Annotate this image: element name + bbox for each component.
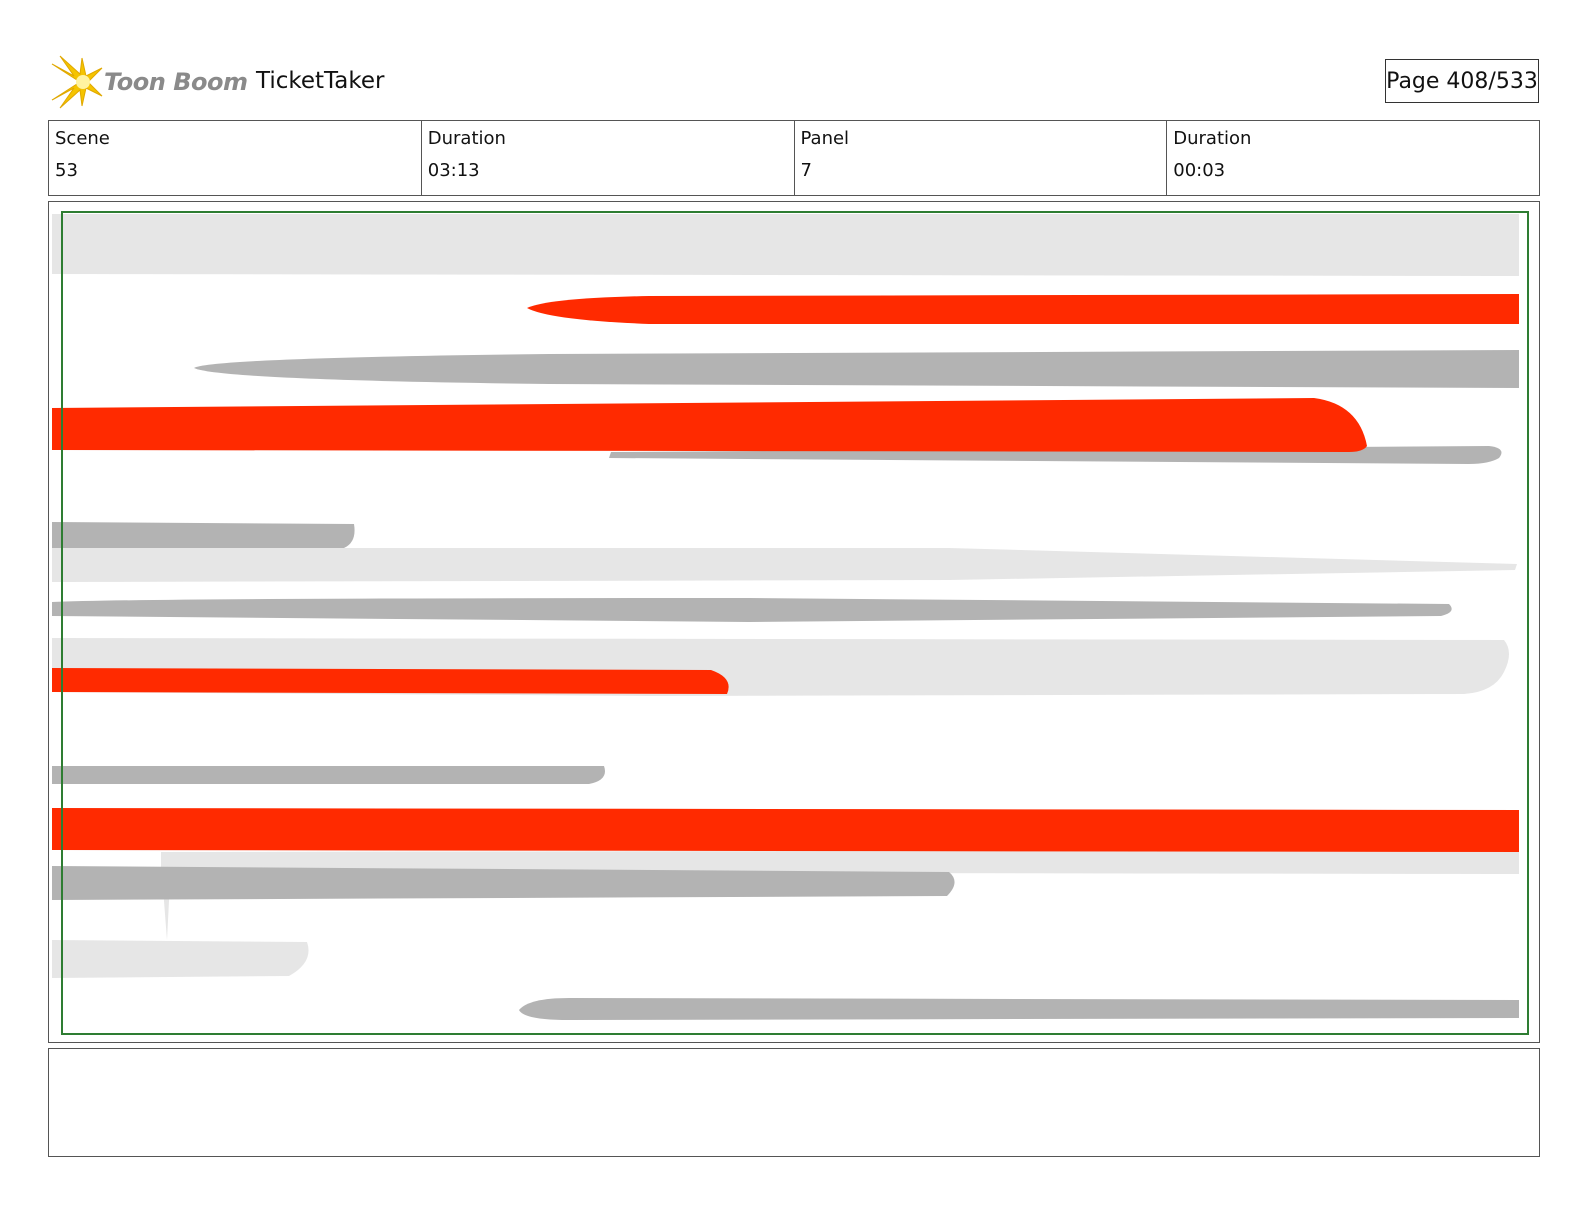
panel-cell: Panel 7	[795, 121, 1168, 195]
logo-text: Toon Boom	[104, 68, 248, 96]
panel-value: 7	[800, 160, 812, 181]
scene-label: Scene	[55, 128, 110, 149]
panel-notes-box	[48, 1048, 1540, 1157]
panel-label: Panel	[800, 128, 850, 149]
scene-duration-value: 03:13	[427, 160, 480, 181]
sunburst-icon	[51, 55, 103, 109]
scene-duration-cell: Duration 03:13	[422, 121, 795, 195]
safe-area-frame	[61, 211, 1529, 1035]
project-title: TicketTaker	[256, 68, 385, 94]
page-number: Page 408/533	[1385, 59, 1539, 103]
scene-cell: Scene 53	[49, 121, 422, 195]
scene-value: 53	[55, 160, 78, 181]
panel-duration-label: Duration	[1173, 128, 1252, 149]
panel-duration-cell: Duration 00:03	[1167, 121, 1539, 195]
panel-info-table: Scene 53 Duration 03:13 Panel 7 Duration…	[48, 120, 1540, 196]
panel-duration-value: 00:03	[1173, 160, 1226, 181]
storyboard-panel	[48, 201, 1540, 1043]
scene-duration-label: Duration	[427, 128, 506, 149]
toon-boom-logo: Toon Boom	[50, 54, 250, 110]
